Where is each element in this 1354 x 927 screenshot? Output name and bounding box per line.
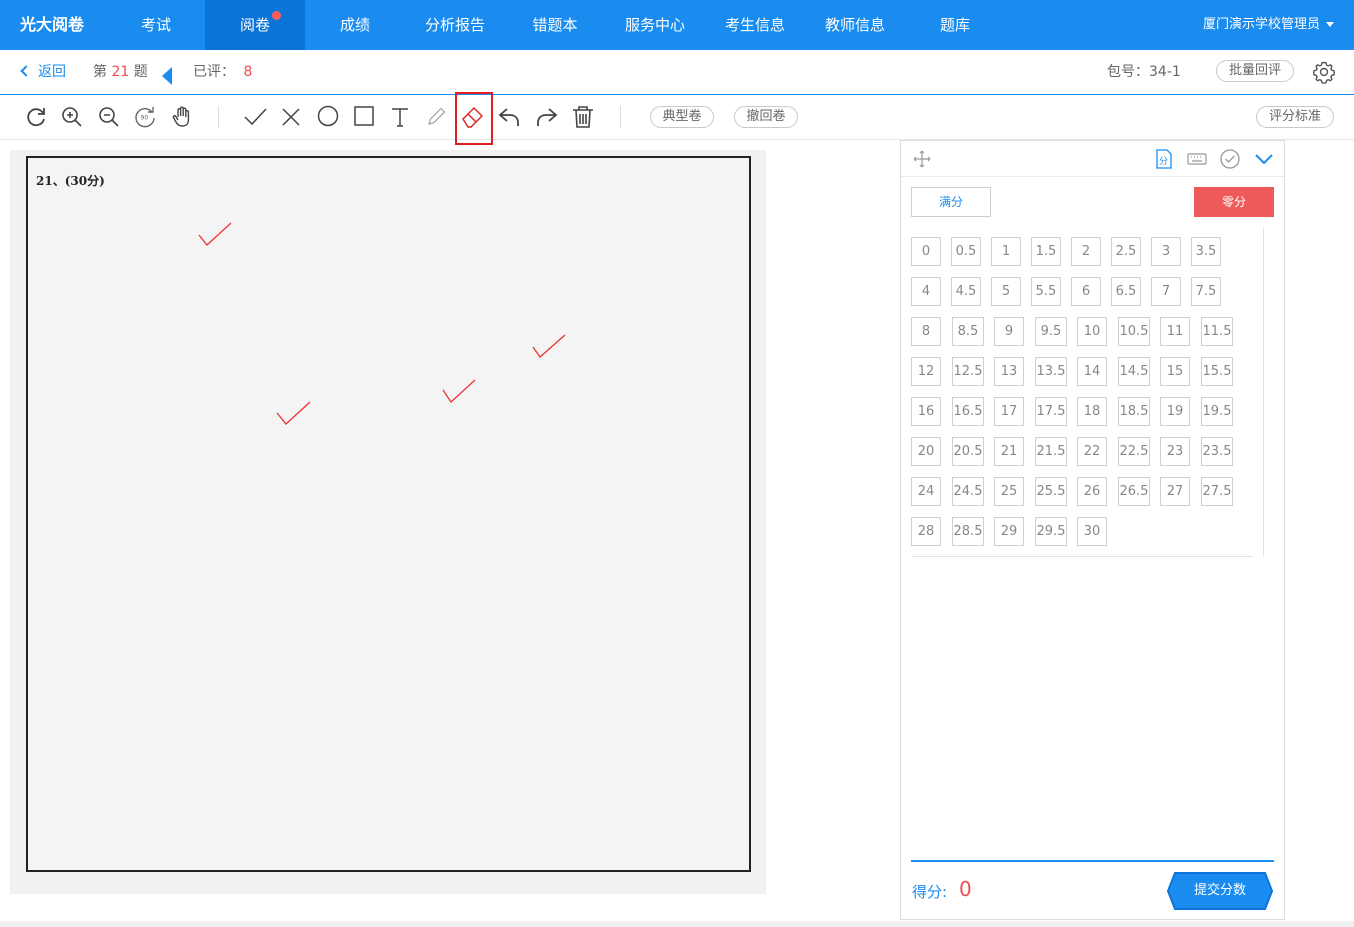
check-mark [532,334,566,358]
user-name: 厦门演示学校管理员 [1202,17,1320,32]
score-button[interactable]: 16.5 [952,397,984,426]
package-value: 34-1 [1149,64,1181,80]
check-mark [276,401,311,425]
score-button[interactable]: 27 [1160,477,1190,506]
svg-text:分: 分 [1159,156,1168,167]
score-button[interactable]: 3.5 [1191,237,1221,266]
score-button[interactable]: 1 [991,237,1021,266]
score-button[interactable]: 15.5 [1201,357,1233,386]
score-panel: 分 满分 零分 0 0.5 1 1.5 2 2.5 3 3.5 4 4.5 5 5.5 6 6.5 7 7.5… [900,140,1285,920]
score-button[interactable]: 26.5 [1118,477,1150,506]
grading-marks [198,222,566,425]
score-button[interactable]: 8 [911,317,941,346]
score-button[interactable]: 11.5 [1201,317,1233,346]
score-value: 0 [959,877,972,901]
score-button[interactable]: 30 [1077,517,1107,546]
score-button[interactable]: 17.5 [1035,397,1067,426]
score-button[interactable]: 21 [994,437,1024,466]
check-circle-icon[interactable] [1219,148,1241,170]
score-button[interactable]: 6 [1071,277,1101,306]
score-button[interactable]: 27.5 [1201,477,1233,506]
score-button[interactable]: 14 [1077,357,1107,386]
zero-score-button[interactable]: 零分 [1194,187,1274,217]
move-icon[interactable] [911,148,933,170]
score-button[interactable]: 26 [1077,477,1107,506]
score-button[interactable]: 4.5 [951,277,981,306]
score-button[interactable]: 20.5 [952,437,984,466]
score-divider [911,860,1274,862]
score-button[interactable]: 22 [1077,437,1107,466]
score-button[interactable]: 13 [994,357,1024,386]
score-button[interactable]: 18 [1077,397,1107,426]
score-button[interactable]: 19 [1160,397,1190,426]
score-button[interactable]: 9.5 [1035,317,1067,346]
score-button[interactable]: 9 [994,317,1024,346]
score-button[interactable]: 13.5 [1035,357,1067,386]
score-button[interactable]: 18.5 [1118,397,1150,426]
score-button[interactable]: 10.5 [1118,317,1150,346]
score-button[interactable]: 2.5 [1111,237,1141,266]
score-doc-icon[interactable]: 分 [1153,148,1175,170]
score-button[interactable]: 12 [911,357,941,386]
score-button[interactable]: 24 [911,477,941,506]
score-button[interactable]: 11 [1160,317,1190,346]
nav-item-question-bank[interactable]: 题库 [905,0,1005,50]
score-button[interactable]: 6.5 [1111,277,1141,306]
score-button[interactable]: 1.5 [1031,237,1061,266]
score-button[interactable]: 7.5 [1191,277,1221,306]
full-score-button[interactable]: 满分 [911,187,991,217]
submit-score-button[interactable]: 提交分数 [1167,872,1273,910]
caret-down-icon [1326,22,1334,27]
user-menu[interactable]: 厦门演示学校管理员 [1203,0,1334,50]
score-button[interactable]: 12.5 [952,357,984,386]
score-button[interactable]: 10 [1077,317,1107,346]
check-mark [198,222,232,246]
score-button[interactable]: 3 [1151,237,1181,266]
score-button[interactable]: 19.5 [1201,397,1233,426]
score-button[interactable]: 5.5 [1031,277,1061,306]
score-button[interactable]: 17 [994,397,1024,426]
score-label: 得分: [912,883,948,901]
score-button[interactable]: 5 [991,277,1021,306]
score-button[interactable]: 24.5 [952,477,984,506]
score-button[interactable]: 28.5 [952,517,984,546]
check-mark [442,379,476,403]
score-button[interactable]: 8.5 [952,317,984,346]
score-button[interactable]: 15 [1160,357,1190,386]
keyboard-icon[interactable] [1186,148,1208,170]
submit-score-label: 提交分数 [1193,883,1246,898]
score-button[interactable]: 23.5 [1201,437,1233,466]
bottom-strip [0,921,1354,927]
score-button[interactable]: 28 [911,517,941,546]
score-panel-header: 分 [901,141,1284,177]
package-number: 包号：34-1 [1107,50,1181,94]
score-grid-divider [911,556,1253,557]
score-button[interactable]: 2 [1071,237,1101,266]
scoring-standard-button[interactable]: 评分标准 [1256,106,1334,128]
score-button[interactable]: 4 [911,277,941,306]
score-button[interactable]: 7 [1151,277,1181,306]
score-button[interactable]: 16 [911,397,941,426]
batch-review-button[interactable]: 批量回评 [1216,60,1294,82]
settings-gear-icon[interactable] [1312,60,1336,84]
score-button[interactable]: 29.5 [1035,517,1067,546]
chevron-down-icon[interactable] [1253,148,1275,170]
score-button[interactable]: 20 [911,437,941,466]
score-button[interactable]: 14.5 [1118,357,1150,386]
score-button[interactable]: 25 [994,477,1024,506]
score-button[interactable]: 23 [1160,437,1190,466]
score-grid-scrollbar[interactable] [1263,227,1264,557]
score-button[interactable]: 0.5 [951,237,981,266]
score-button[interactable]: 0 [911,237,941,266]
score-button[interactable]: 22.5 [1118,437,1150,466]
score-button[interactable]: 25.5 [1035,477,1067,506]
score-button[interactable]: 21.5 [1035,437,1067,466]
score-button[interactable]: 29 [994,517,1024,546]
package-label: 包号： [1107,64,1149,80]
